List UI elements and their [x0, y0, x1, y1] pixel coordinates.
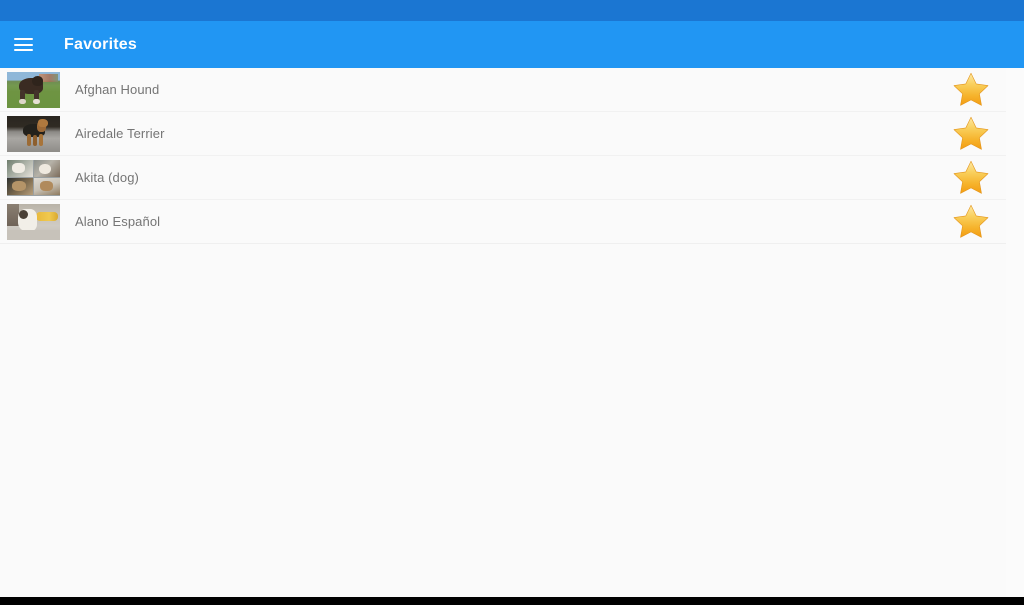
alano-espanol-thumbnail: [7, 203, 60, 240]
list-item[interactable]: Akita (dog): [0, 156, 1006, 200]
favorite-toggle[interactable]: [936, 202, 1006, 242]
app-root: Favorites Afghan Hound Airedale Terrier …: [0, 0, 1024, 605]
hamburger-bar-bottom: [13, 49, 33, 51]
akita-dog-thumbnail: [7, 159, 60, 196]
list-item[interactable]: Afghan Hound: [0, 68, 1006, 112]
list-item-label: Airedale Terrier: [75, 126, 165, 141]
list-item[interactable]: Airedale Terrier: [0, 112, 1006, 156]
system-navigation-bar: [0, 597, 1024, 605]
hamburger-menu-button[interactable]: [0, 21, 46, 68]
page-title: Favorites: [64, 35, 137, 53]
afghan-hound-thumbnail: [7, 71, 60, 108]
app-bar: Favorites: [0, 21, 1024, 68]
hamburger-bar-middle: [13, 43, 33, 46]
hamburger-menu-icon: [13, 38, 33, 51]
airedale-terrier-thumbnail: [7, 115, 60, 152]
favorite-toggle[interactable]: [936, 158, 1006, 198]
star-filled-icon: [953, 204, 989, 238]
star-filled-icon: [953, 72, 989, 106]
star-filled-icon: [953, 116, 989, 150]
list-item-label: Alano Español: [75, 214, 161, 229]
list-item[interactable]: Alano Español: [0, 200, 1006, 244]
list-item-label: Afghan Hound: [75, 82, 160, 97]
favorite-toggle[interactable]: [936, 114, 1006, 154]
star-filled-icon: [953, 160, 989, 194]
page-empty-area: [0, 243, 1006, 597]
list-item-label: Akita (dog): [75, 170, 139, 185]
status-bar: [0, 0, 1024, 21]
page-right-margin: [1006, 68, 1024, 597]
favorite-toggle[interactable]: [936, 70, 1006, 110]
favorites-list: Afghan Hound Airedale Terrier Akita (dog…: [0, 68, 1006, 244]
hamburger-bar-top: [13, 38, 33, 40]
